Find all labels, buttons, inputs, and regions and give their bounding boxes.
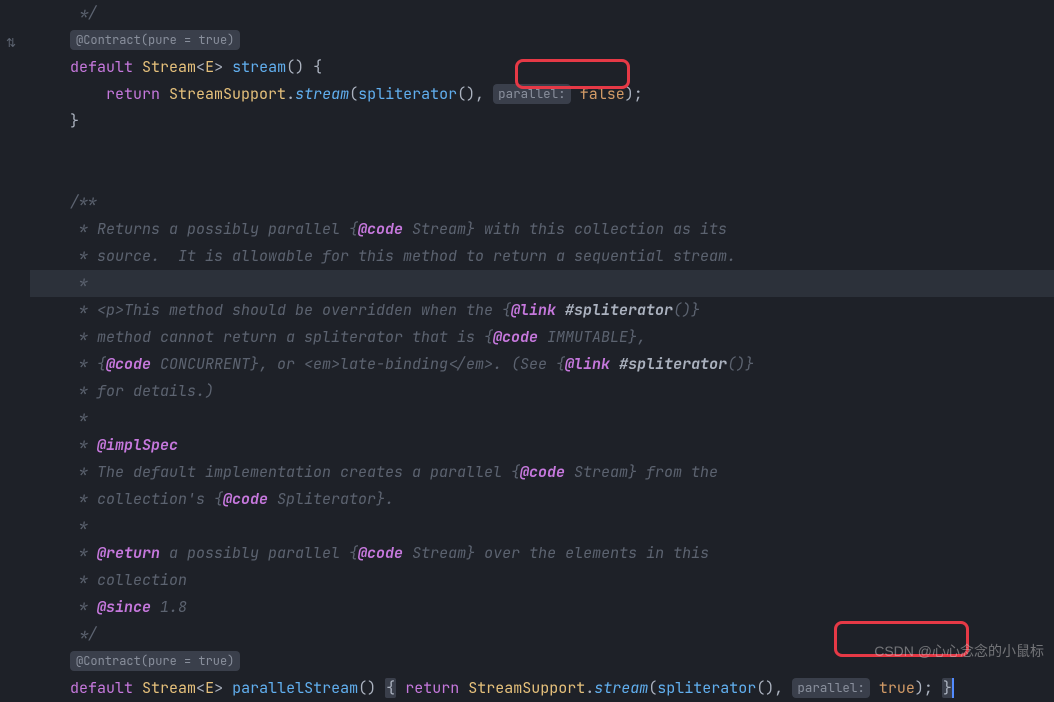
javadoc-line[interactable]: * method cannot return a spliterator tha… bbox=[30, 324, 1054, 351]
javadoc-line[interactable]: * collection bbox=[30, 567, 1054, 594]
caret bbox=[952, 678, 954, 698]
code-line[interactable]: default Stream<E> stream() { bbox=[30, 54, 1054, 81]
contract-annotation-badge: @Contract(pure = true) bbox=[70, 30, 240, 50]
parameter-hint-badge: parallel: bbox=[792, 678, 870, 698]
javadoc-line[interactable]: * bbox=[30, 513, 1054, 540]
code-line[interactable] bbox=[30, 162, 1054, 189]
javadoc-line[interactable]: * <p>This method should be overridden wh… bbox=[30, 297, 1054, 324]
javadoc-line[interactable]: * The default implementation creates a p… bbox=[30, 459, 1054, 486]
watermark: CSDN @心心念念的小鼠标 bbox=[874, 638, 1044, 665]
parameter-hint-badge: parallel: bbox=[493, 84, 571, 104]
javadoc-line[interactable]: * @implSpec bbox=[30, 432, 1054, 459]
contract-annotation-badge: @Contract(pure = true) bbox=[70, 651, 240, 671]
javadoc-line[interactable]: * {@code CONCURRENT}, or <em>late-bindin… bbox=[30, 351, 1054, 378]
code-line[interactable]: } bbox=[30, 108, 1054, 135]
javadoc-line[interactable]: * @return a possibly parallel {@code Str… bbox=[30, 540, 1054, 567]
javadoc-line[interactable]: * collection's {@code Spliterator}. bbox=[30, 486, 1054, 513]
editor-gutter: ⇅ bbox=[0, 0, 30, 702]
code-line[interactable]: */ bbox=[30, 0, 1054, 27]
javadoc-line[interactable]: * bbox=[30, 405, 1054, 432]
code-editor[interactable]: ⇅ */ @Contract(pure = true) default Stre… bbox=[0, 0, 1054, 702]
javadoc-line[interactable]: * bbox=[30, 270, 1054, 297]
javadoc-line[interactable]: /** bbox=[30, 189, 1054, 216]
override-icon[interactable]: ⇅ bbox=[6, 30, 16, 57]
javadoc-line[interactable]: * @since 1.8 bbox=[30, 594, 1054, 621]
code-line[interactable]: default Stream<E> parallelStream() { ret… bbox=[30, 675, 1054, 702]
javadoc-line[interactable]: * source. It is allowable for this metho… bbox=[30, 243, 1054, 270]
code-line[interactable] bbox=[30, 135, 1054, 162]
code-line[interactable]: @Contract(pure = true) bbox=[30, 27, 1054, 54]
code-line[interactable]: return StreamSupport.stream(spliterator(… bbox=[30, 81, 1054, 108]
javadoc-line[interactable]: * Returns a possibly parallel {@code Str… bbox=[30, 216, 1054, 243]
javadoc-line[interactable]: * for details.) bbox=[30, 378, 1054, 405]
